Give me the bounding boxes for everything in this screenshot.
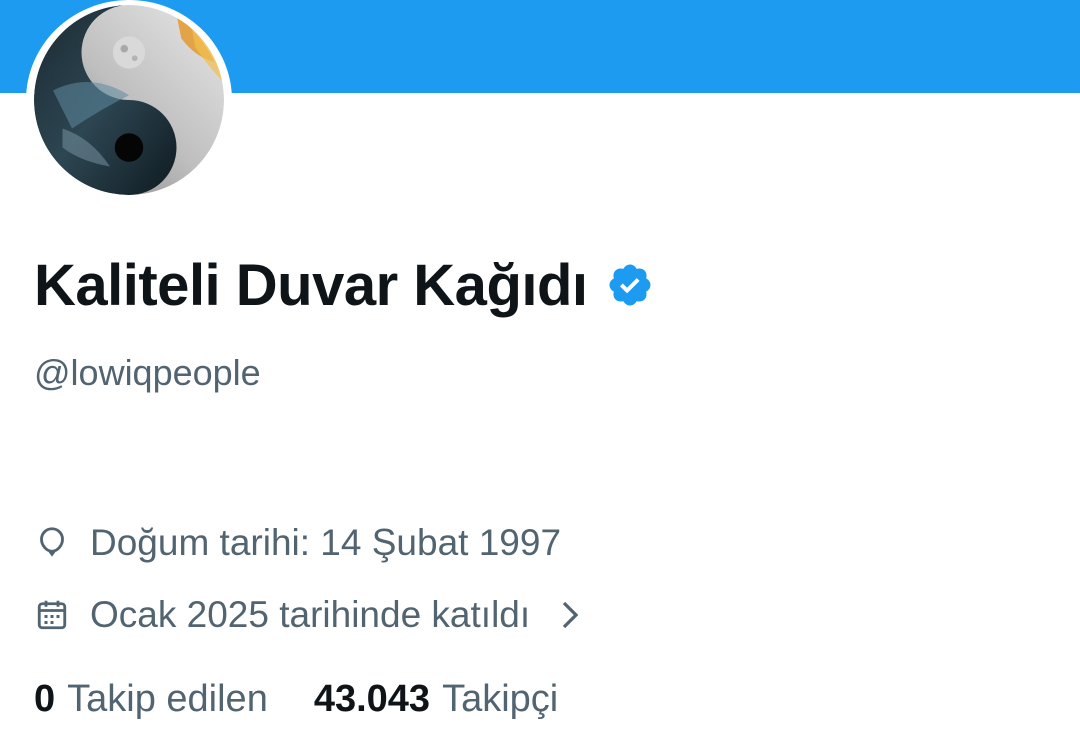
birth-date-text: Doğum tarihi: 14 Şubat 1997 — [90, 522, 562, 563]
yin-yang-avatar-image — [34, 5, 224, 195]
profile-handle: @lowiqpeople — [34, 352, 261, 393]
birth-date-row: Doğum tarihi: 14 Şubat 1997 — [34, 522, 561, 564]
display-name-row: Kaliteli Duvar Kağıdı — [34, 250, 654, 320]
joined-date-text: Ocak 2025 tarihinde katıldı — [90, 594, 531, 635]
display-name: Kaliteli Duvar Kağıdı — [34, 252, 588, 318]
following-label: Takip edilen — [67, 678, 268, 720]
followers-count: 43.043 — [313, 678, 431, 720]
follow-stats: 0 Takip edilen 43.043 Takipçi — [34, 678, 558, 721]
profile-page: Kaliteli Duvar Kağıdı @lowiqpeople Doğum… — [0, 0, 1080, 751]
verified-badge-icon[interactable] — [606, 261, 654, 309]
followers-label: Takipçi — [442, 678, 559, 720]
joined-date-row[interactable]: Ocak 2025 tarihinde katıldı — [34, 594, 584, 636]
avatar[interactable] — [26, 0, 232, 200]
calendar-icon — [37, 600, 67, 630]
following-count: 0 — [34, 678, 56, 720]
chevron-right-icon — [562, 601, 579, 629]
following-link[interactable]: 0 Takip edilen — [34, 678, 268, 721]
followers-link[interactable]: 43.043 Takipçi — [314, 678, 558, 721]
balloon-icon — [40, 527, 64, 557]
